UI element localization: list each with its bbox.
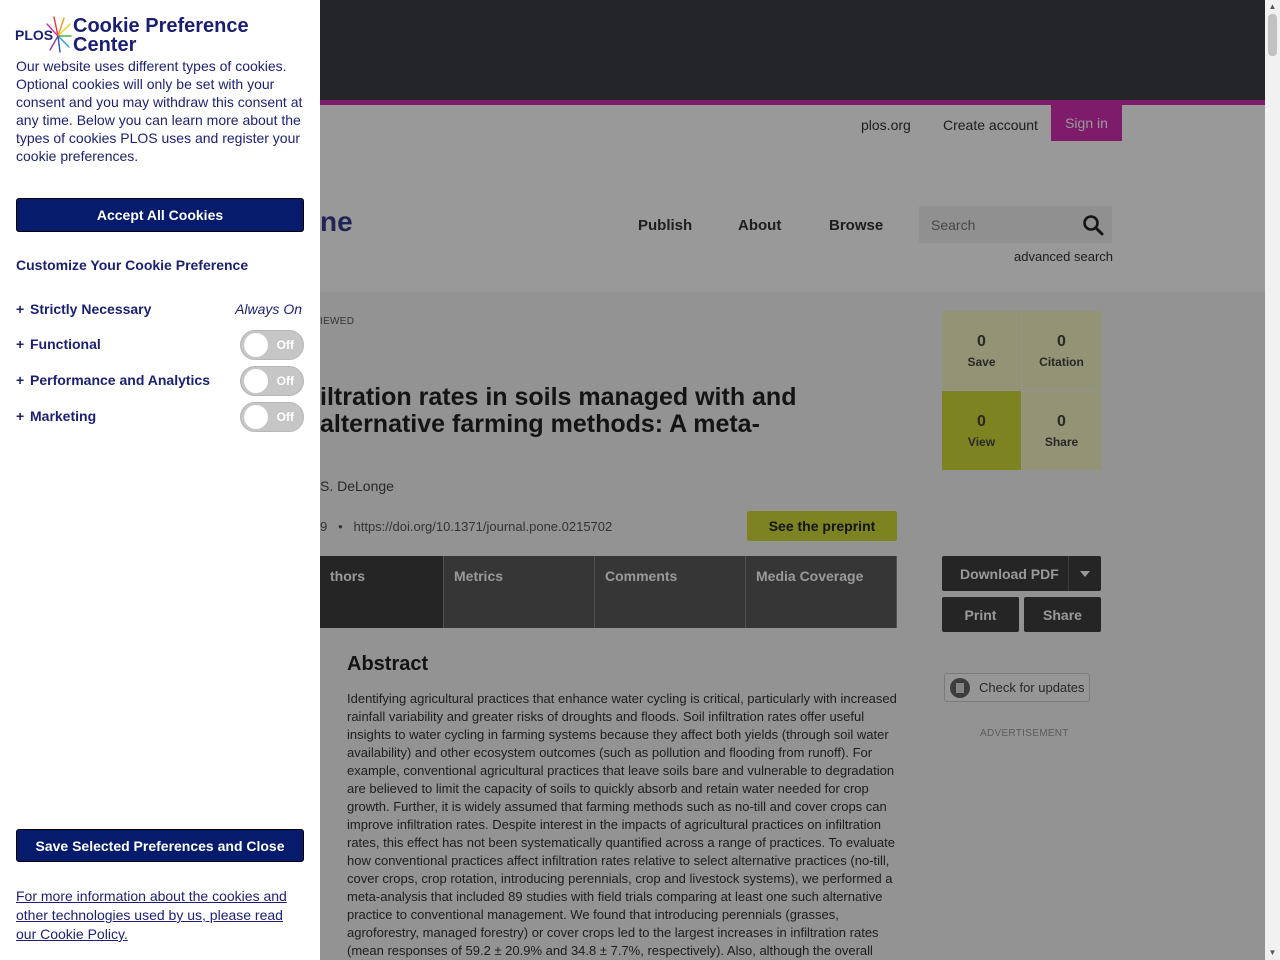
cookie-preference-panel: PLOS Cookie Preference Center Our websit…: [0, 0, 320, 960]
performance-toggle[interactable]: Off: [240, 366, 304, 396]
category-label[interactable]: Performance and Analytics: [30, 372, 210, 388]
cookie-panel-title: Cookie Preference Center: [73, 15, 249, 56]
category-label[interactable]: Functional: [30, 336, 101, 352]
plos-logo: PLOS: [15, 16, 72, 53]
marketing-toggle[interactable]: Off: [240, 402, 304, 432]
plos-logo-text: PLOS: [15, 27, 53, 43]
cookie-policy-link[interactable]: For more information about the cookies a…: [16, 887, 304, 944]
category-label[interactable]: Marketing: [30, 408, 96, 424]
toggle-state-label: Off: [276, 338, 294, 352]
functional-toggle[interactable]: Off: [240, 330, 304, 360]
expand-plus-icon[interactable]: +: [16, 336, 24, 352]
page-scrollbar[interactable]: ▲ ▼: [1265, 0, 1280, 960]
toggle-knob: [244, 369, 268, 393]
accept-all-cookies-button[interactable]: Accept All Cookies: [16, 198, 304, 232]
save-preferences-button[interactable]: Save Selected Preferences and Close: [16, 829, 304, 862]
category-marketing[interactable]: + Marketing Off: [16, 401, 304, 432]
toggle-knob: [244, 333, 268, 357]
customize-heading: Customize Your Cookie Preference: [16, 257, 249, 273]
toggle-knob: [244, 405, 268, 429]
scroll-down-arrow-icon[interactable]: ▼: [1268, 948, 1277, 957]
category-strictly-necessary[interactable]: + Strictly Necessary Always On: [16, 294, 304, 324]
category-performance-analytics[interactable]: + Performance and Analytics Off: [16, 365, 304, 396]
expand-plus-icon[interactable]: +: [16, 301, 24, 317]
toggle-state-label: Off: [276, 374, 294, 388]
toggle-state-label: Off: [276, 410, 294, 424]
scroll-thumb[interactable]: [1268, 14, 1277, 56]
category-label[interactable]: Strictly Necessary: [30, 301, 151, 317]
expand-plus-icon[interactable]: +: [16, 408, 24, 424]
category-functional[interactable]: + Functional Off: [16, 329, 304, 360]
expand-plus-icon[interactable]: +: [16, 372, 24, 388]
cookie-description: Our website uses different types of cook…: [16, 58, 303, 164]
scroll-up-arrow-icon[interactable]: ▲: [1268, 2, 1277, 11]
always-on-label: Always On: [235, 301, 302, 317]
